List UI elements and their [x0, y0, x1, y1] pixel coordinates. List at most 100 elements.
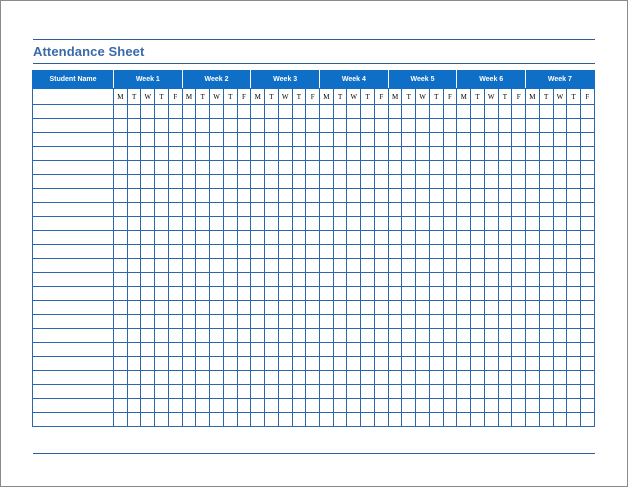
attendance-cell[interactable]: [525, 412, 540, 427]
attendance-cell[interactable]: [154, 146, 169, 161]
attendance-cell[interactable]: [222, 356, 238, 371]
attendance-cell[interactable]: [319, 328, 334, 343]
attendance-cell[interactable]: [442, 328, 458, 343]
attendance-cell[interactable]: [291, 342, 307, 357]
student-name-cell[interactable]: [32, 314, 114, 329]
attendance-cell[interactable]: [511, 244, 527, 259]
attendance-cell[interactable]: [277, 286, 293, 301]
attendance-cell[interactable]: [428, 104, 444, 119]
attendance-cell[interactable]: [360, 188, 375, 203]
student-name-cell[interactable]: [32, 118, 114, 133]
attendance-cell[interactable]: [497, 118, 513, 133]
attendance-cell[interactable]: [113, 104, 128, 119]
attendance-cell[interactable]: [250, 118, 266, 133]
attendance-cell[interactable]: [525, 272, 540, 287]
attendance-cell[interactable]: [167, 160, 183, 175]
attendance-cell[interactable]: [483, 272, 499, 287]
attendance-cell[interactable]: [525, 174, 540, 189]
attendance-cell[interactable]: [387, 272, 403, 287]
attendance-cell[interactable]: [113, 202, 128, 217]
attendance-cell[interactable]: [483, 146, 499, 161]
attendance-cell[interactable]: [195, 202, 211, 217]
attendance-cell[interactable]: [552, 412, 568, 427]
attendance-cell[interactable]: [579, 328, 595, 343]
attendance-cell[interactable]: [470, 132, 485, 147]
attendance-cell[interactable]: [236, 174, 252, 189]
attendance-cell[interactable]: [442, 258, 458, 273]
attendance-cell[interactable]: [140, 272, 156, 287]
attendance-cell[interactable]: [360, 342, 375, 357]
attendance-cell[interactable]: [319, 188, 334, 203]
attendance-cell[interactable]: [428, 188, 444, 203]
attendance-cell[interactable]: [140, 118, 156, 133]
attendance-cell[interactable]: [140, 314, 156, 329]
attendance-cell[interactable]: [401, 132, 417, 147]
attendance-cell[interactable]: [113, 258, 128, 273]
attendance-cell[interactable]: [332, 160, 348, 175]
attendance-cell[interactable]: [250, 132, 266, 147]
attendance-cell[interactable]: [497, 132, 513, 147]
attendance-cell[interactable]: [319, 342, 334, 357]
attendance-cell[interactable]: [113, 272, 128, 287]
attendance-cell[interactable]: [305, 398, 321, 413]
attendance-cell[interactable]: [401, 258, 417, 273]
attendance-cell[interactable]: [332, 174, 348, 189]
attendance-cell[interactable]: [538, 118, 554, 133]
attendance-cell[interactable]: [181, 188, 197, 203]
attendance-cell[interactable]: [401, 272, 417, 287]
attendance-cell[interactable]: [264, 216, 279, 231]
attendance-cell[interactable]: [305, 258, 321, 273]
student-name-cell[interactable]: [32, 216, 114, 231]
attendance-cell[interactable]: [291, 118, 307, 133]
attendance-cell[interactable]: [456, 412, 472, 427]
attendance-cell[interactable]: [373, 356, 389, 371]
attendance-cell[interactable]: [346, 202, 362, 217]
attendance-cell[interactable]: [195, 216, 211, 231]
attendance-cell[interactable]: [277, 272, 293, 287]
attendance-cell[interactable]: [497, 286, 513, 301]
attendance-cell[interactable]: [360, 398, 375, 413]
attendance-cell[interactable]: [428, 272, 444, 287]
attendance-cell[interactable]: [291, 258, 307, 273]
attendance-cell[interactable]: [483, 314, 499, 329]
attendance-cell[interactable]: [387, 118, 403, 133]
attendance-cell[interactable]: [566, 384, 581, 399]
attendance-cell[interactable]: [415, 202, 430, 217]
attendance-cell[interactable]: [222, 216, 238, 231]
attendance-cell[interactable]: [126, 118, 142, 133]
attendance-cell[interactable]: [305, 356, 321, 371]
attendance-cell[interactable]: [511, 216, 527, 231]
attendance-cell[interactable]: [222, 104, 238, 119]
attendance-cell[interactable]: [387, 314, 403, 329]
attendance-cell[interactable]: [113, 160, 128, 175]
attendance-cell[interactable]: [222, 230, 238, 245]
attendance-cell[interactable]: [360, 104, 375, 119]
attendance-cell[interactable]: [264, 104, 279, 119]
attendance-cell[interactable]: [387, 202, 403, 217]
attendance-cell[interactable]: [319, 412, 334, 427]
student-name-cell[interactable]: [32, 188, 114, 203]
attendance-cell[interactable]: [291, 216, 307, 231]
attendance-cell[interactable]: [181, 342, 197, 357]
attendance-cell[interactable]: [511, 188, 527, 203]
attendance-cell[interactable]: [346, 384, 362, 399]
attendance-cell[interactable]: [277, 258, 293, 273]
attendance-cell[interactable]: [250, 412, 266, 427]
attendance-cell[interactable]: [566, 216, 581, 231]
attendance-cell[interactable]: [428, 202, 444, 217]
attendance-cell[interactable]: [360, 118, 375, 133]
attendance-cell[interactable]: [456, 300, 472, 315]
attendance-cell[interactable]: [291, 384, 307, 399]
attendance-cell[interactable]: [167, 216, 183, 231]
attendance-cell[interactable]: [113, 146, 128, 161]
student-name-cell[interactable]: [32, 160, 114, 175]
attendance-cell[interactable]: [291, 398, 307, 413]
attendance-cell[interactable]: [428, 118, 444, 133]
attendance-cell[interactable]: [305, 370, 321, 385]
attendance-cell[interactable]: [373, 174, 389, 189]
attendance-cell[interactable]: [360, 286, 375, 301]
attendance-cell[interactable]: [222, 370, 238, 385]
attendance-cell[interactable]: [209, 370, 224, 385]
attendance-cell[interactable]: [415, 300, 430, 315]
attendance-cell[interactable]: [538, 272, 554, 287]
